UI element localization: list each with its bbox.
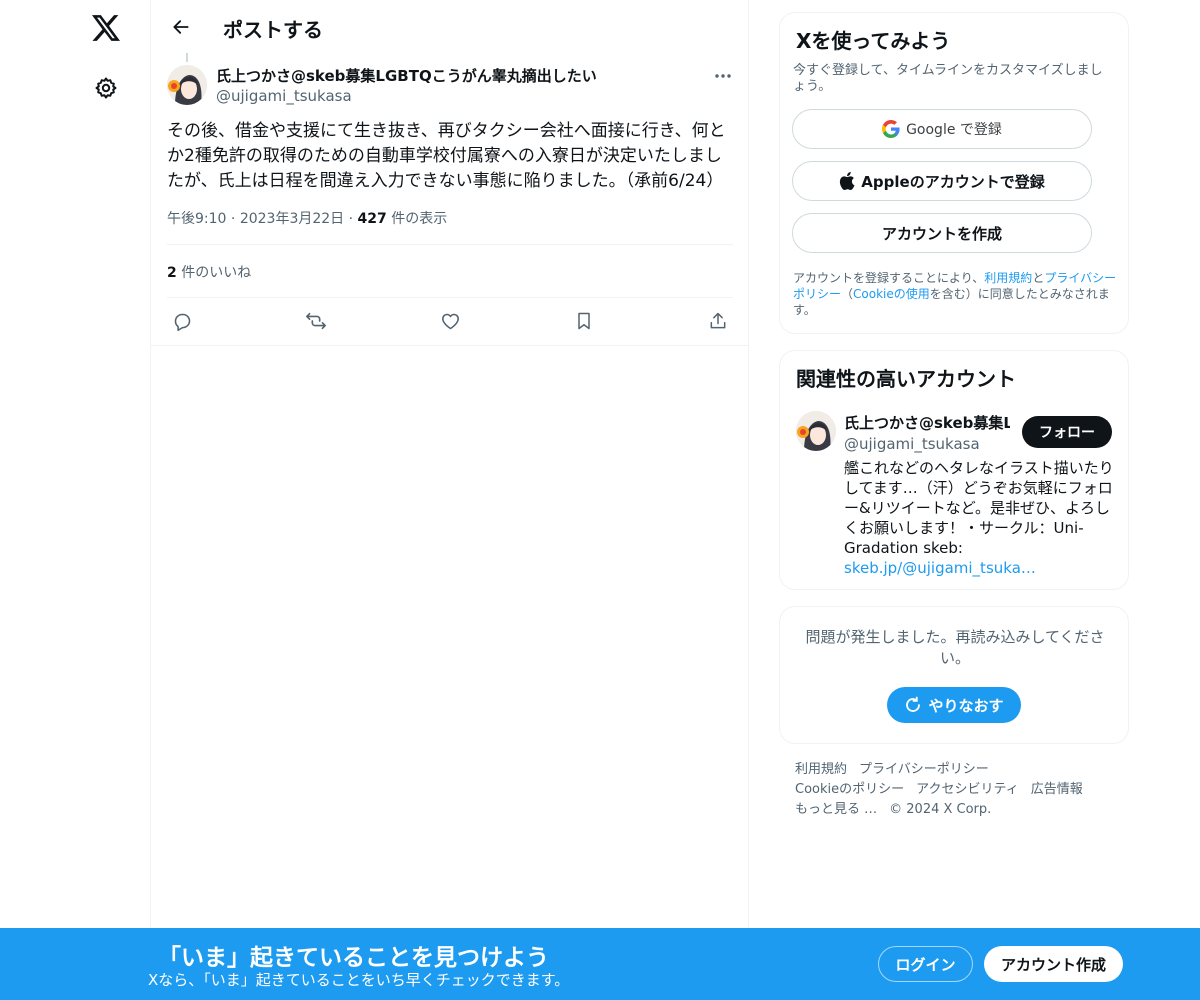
divider: [167, 297, 733, 298]
retry-button[interactable]: やりなおす: [887, 687, 1021, 723]
bottom-bar-subtitle: Xなら、「いま」起きていることをいち早くチェックできます。: [148, 971, 570, 989]
legal-text: と: [1032, 271, 1045, 285]
related-bio-text: 艦これなどのヘタレなイラスト描いたりしてます…（汗）どうぞお気軽にフォロー&リツ…: [844, 459, 1114, 557]
footer-more-link[interactable]: もっと見る …: [795, 802, 877, 817]
related-accounts-card: 関連性の高いアカウント 氏上つかさ@skeb募集LGBTQこうがん睾丸摘出したい…: [779, 350, 1129, 590]
google-signup-label: Google で登録: [906, 122, 1002, 138]
signup-subtitle: 今すぐ登録して、タイムラインをカスタマイズしましょう。: [793, 63, 1103, 94]
likes-label: 件のいいね: [181, 265, 252, 281]
bottom-bar-title: 「いま」起きていることを見つけよう: [158, 945, 549, 971]
likes-summary[interactable]: 2 件のいいね: [167, 262, 251, 282]
google-logo-icon: [882, 120, 900, 138]
post-actions: [167, 308, 733, 334]
retry-label: やりなおす: [928, 696, 1004, 715]
create-account-button[interactable]: アカウントを作成: [792, 213, 1092, 253]
thread-line: [186, 53, 188, 62]
login-button[interactable]: ログイン: [878, 946, 973, 982]
likes-count: 2: [167, 265, 177, 281]
divider: [151, 345, 749, 346]
error-message: 問題が発生しました。再読み込みしてください。: [805, 628, 1105, 667]
bookmark-icon[interactable]: [571, 308, 597, 334]
error-card: 問題が発生しました。再読み込みしてください。 やりなおす: [779, 606, 1129, 744]
apple-logo-icon: [839, 172, 855, 190]
footer-accessibility-link[interactable]: アクセシビリティ: [916, 782, 1019, 797]
legal-text: （: [841, 287, 854, 301]
divider: [167, 244, 733, 245]
author-avatar[interactable]: [167, 65, 207, 105]
post-meta: 午後9:10 · 2023年3月22日 · 427 件の表示: [167, 208, 447, 228]
post-date[interactable]: 2023年3月22日: [240, 211, 344, 227]
more-options-icon[interactable]: [709, 64, 737, 88]
footer-terms-link[interactable]: 利用規約: [795, 762, 847, 777]
meta-separator: ·: [348, 211, 354, 227]
x-logo-icon[interactable]: [86, 8, 126, 48]
related-avatar[interactable]: [796, 411, 836, 451]
footer-copyright: © 2024 X Corp.: [889, 802, 992, 817]
footer: 利用規約 プライバシーポリシー Cookieのポリシー アクセシビリティ 広告情報 も…: [795, 760, 1125, 820]
author-handle[interactable]: @ujigami_tsukasa: [216, 87, 352, 105]
related-bio-link[interactable]: skeb.jp/@ujigami_tsuka…: [844, 559, 1036, 577]
terms-link[interactable]: 利用規約: [984, 271, 1032, 285]
settings-gear-icon[interactable]: [88, 70, 124, 106]
signup-card: Xを使ってみよう 今すぐ登録して、タイムラインをカスタマイズしましょう。 Goo…: [779, 12, 1129, 334]
footer-cookie-link[interactable]: Cookieのポリシー: [795, 782, 904, 797]
related-bio: 艦これなどのヘタレなイラスト描いたりしてます…（汗）どうぞお気軽にフォロー&リツ…: [844, 458, 1116, 578]
refresh-icon: [904, 696, 922, 714]
views-label: 件の表示: [391, 211, 448, 227]
apple-signup-button[interactable]: Appleのアカウントで登録: [792, 161, 1092, 201]
google-signup-button[interactable]: Google で登録: [792, 109, 1092, 149]
cookie-link[interactable]: Cookieの使用: [853, 287, 930, 301]
related-name[interactable]: 氏上つかさ@skeb募集LGBTQこうがん睾丸摘出したい: [844, 412, 1010, 433]
share-icon[interactable]: [705, 308, 731, 334]
bottom-create-account-button[interactable]: アカウント作成: [984, 946, 1123, 982]
top-bar: ポストする: [151, 0, 749, 53]
post-time[interactable]: 午後9:10: [167, 211, 226, 227]
related-handle[interactable]: @ujigami_tsukasa: [844, 435, 980, 453]
follow-button[interactable]: フォロー: [1022, 416, 1112, 448]
reply-icon[interactable]: [169, 308, 195, 334]
legal-notice: アカウントを登録することにより、利用規約とプライバシーポリシー（Cookieの使…: [793, 270, 1123, 318]
author-name[interactable]: 氏上つかさ@skeb募集LGBTQこうがん睾丸摘出したい: [216, 65, 597, 86]
meta-separator: ·: [230, 211, 236, 227]
related-title: 関連性の高いアカウント: [796, 367, 1016, 391]
main-column: ポストする 氏上つかさ@skeb募集LGBTQこうがん睾丸摘出したい @ujig…: [150, 0, 749, 1000]
apple-signup-label: Appleのアカウントで登録: [861, 172, 1045, 191]
views-count: 427: [357, 211, 387, 227]
back-arrow-icon[interactable]: [163, 9, 199, 45]
signup-title: Xを使ってみよう: [796, 29, 951, 53]
like-heart-icon[interactable]: [437, 308, 463, 334]
legal-text: アカウントを登録することにより、: [793, 271, 985, 285]
footer-privacy-link[interactable]: プライバシーポリシー: [859, 762, 989, 777]
bottom-signup-bar: 「いま」起きていることを見つけよう Xなら、「いま」起きていることをいち早くチェ…: [0, 928, 1200, 1000]
create-account-label: アカウントを作成: [881, 224, 1002, 243]
footer-ads-link[interactable]: 広告情報: [1031, 782, 1083, 797]
left-nav: [0, 0, 150, 1000]
page-title: ポストする: [223, 18, 323, 42]
repost-icon[interactable]: [303, 308, 329, 334]
post-text: その後、借金や支援にて生き抜き、再びタクシー会社へ面接に行き、何とか2種免許の取…: [167, 121, 726, 191]
